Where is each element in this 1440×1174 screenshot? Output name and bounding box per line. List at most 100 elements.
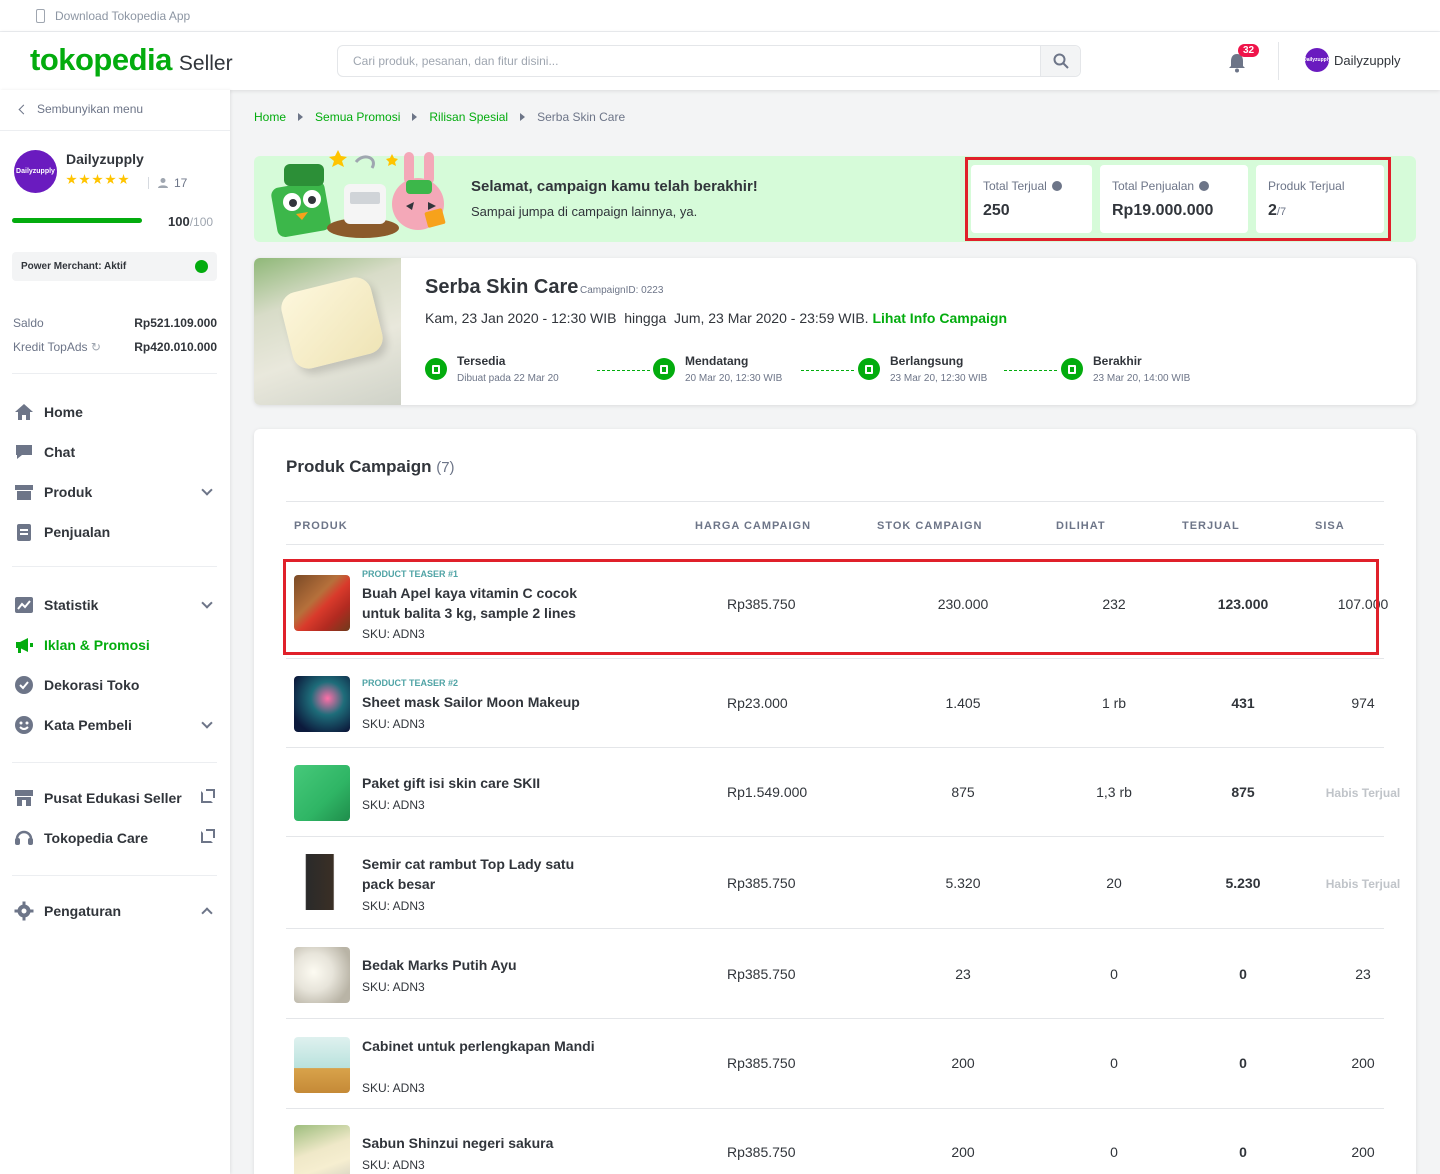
cell-terjual: 0 bbox=[1239, 1055, 1247, 1071]
smile-icon bbox=[14, 715, 34, 735]
tokopedia-seller-logo[interactable]: tokopedia Seller bbox=[30, 42, 233, 78]
search-button[interactable] bbox=[1040, 46, 1080, 76]
sidebar-item-home[interactable]: Home bbox=[14, 400, 219, 424]
timeline-step-mendatang: Mendatang 20 Mar 20, 12:30 WIB bbox=[653, 354, 782, 384]
stat-value: 2/7 bbox=[1268, 202, 1287, 219]
star-icon bbox=[66, 174, 77, 185]
product-name[interactable]: Sabun Shinzui negeri sakura bbox=[362, 1133, 602, 1153]
chevron-down-icon[interactable] bbox=[201, 597, 213, 609]
stat-value: 250 bbox=[983, 202, 1010, 219]
product-name[interactable]: Bedak Marks Putih Ayu bbox=[362, 955, 602, 975]
download-app-link[interactable]: Download Tokopedia App bbox=[55, 9, 190, 23]
cell-harga-campaign: Rp385.750 bbox=[727, 966, 796, 982]
sidebar-item-produk[interactable]: Produk bbox=[14, 480, 219, 504]
timeline-connector bbox=[1004, 370, 1057, 371]
product-name[interactable]: Sheet mask Sailor Moon Makeup bbox=[362, 692, 602, 712]
product-thumbnail[interactable] bbox=[294, 1037, 350, 1093]
user-icon bbox=[158, 178, 168, 188]
cell-harga-campaign: Rp23.000 bbox=[727, 695, 788, 711]
campaign-period-text: Kam, 23 Jan 2020 - 12:30 WIB hingga Jum,… bbox=[425, 310, 869, 326]
breadcrumb-separator-icon bbox=[520, 113, 526, 121]
sidebar-item-penjualan[interactable]: Penjualan bbox=[14, 520, 219, 544]
product-thumbnail[interactable] bbox=[294, 947, 350, 1003]
product-thumbnail[interactable] bbox=[294, 676, 350, 732]
topads-label: Kredit TopAds ↻ bbox=[13, 340, 101, 354]
topads-row[interactable]: Kredit TopAds ↻ Rp420.010.000 bbox=[13, 340, 217, 354]
mascot-illustration bbox=[271, 150, 446, 238]
cell-terjual: 5.230 bbox=[1225, 875, 1261, 891]
refresh-icon[interactable]: ↻ bbox=[91, 340, 101, 354]
sidebar-item-chat[interactable]: Chat bbox=[14, 440, 219, 464]
breadcrumb-semua-promosi[interactable]: Semua Promosi bbox=[315, 110, 400, 124]
document-icon bbox=[425, 358, 447, 380]
column-header-terjual: TERJUAL bbox=[1182, 520, 1240, 532]
column-header-dilihat: DILIHAT bbox=[1056, 520, 1106, 532]
product-thumbnail[interactable] bbox=[294, 765, 350, 821]
sidebar-item-label: Chat bbox=[44, 444, 76, 460]
column-header-sisa: SISA bbox=[1315, 520, 1345, 532]
breadcrumb-current: Serba Skin Care bbox=[537, 110, 626, 124]
sidebar-item-tokopedia-care[interactable]: Tokopedia Care bbox=[14, 826, 219, 850]
box-icon bbox=[14, 482, 34, 502]
sidebar-item-kata-pembeli[interactable]: Kata Pembeli bbox=[14, 713, 219, 737]
sidebar-item-pusat-edukasi-seller[interactable]: Pusat Edukasi Seller bbox=[14, 786, 219, 810]
campaign-info-link[interactable]: Lihat Info Campaign bbox=[872, 310, 1007, 326]
star-icon bbox=[105, 174, 116, 185]
product-name[interactable]: Cabinet untuk perlengkapan Mandi bbox=[362, 1036, 602, 1056]
stat-label: Total Terjual bbox=[983, 179, 1047, 193]
timeline-connector bbox=[801, 370, 854, 371]
download-app-bar: Download Tokopedia App bbox=[0, 0, 1440, 32]
stat-denominator: /7 bbox=[1276, 206, 1287, 218]
hide-menu-label: Sembunyikan menu bbox=[37, 102, 144, 116]
saldo-row[interactable]: Saldo Rp521.109.000 bbox=[13, 316, 217, 330]
cell-sisa: 974 bbox=[1351, 695, 1375, 711]
shop-name[interactable]: Dailyzupply bbox=[66, 151, 144, 167]
breadcrumb-rilisan-spesial[interactable]: Rilisan Spesial bbox=[429, 110, 508, 124]
campaign-title: Serba Skin Care bbox=[425, 276, 579, 298]
shop-score-max: /100 bbox=[189, 215, 214, 229]
stat-label: Produk Terjual bbox=[1268, 179, 1345, 193]
star-icon bbox=[92, 174, 103, 185]
product-teaser-label: PRODUCT TEASER #2 bbox=[362, 678, 459, 688]
breadcrumb-separator-icon bbox=[412, 113, 418, 121]
product-sku: SKU: ADN3 bbox=[362, 717, 425, 731]
headset-icon bbox=[14, 828, 34, 848]
shop-avatar[interactable]: Dailyzupply bbox=[14, 150, 57, 193]
table-divider bbox=[286, 501, 1384, 502]
shop-rating-stars bbox=[66, 174, 131, 185]
info-icon[interactable] bbox=[1199, 181, 1210, 191]
row-divider bbox=[286, 747, 1384, 748]
info-icon[interactable] bbox=[1051, 181, 1062, 191]
sidebar-item-label: Statistik bbox=[44, 597, 99, 613]
chevron-down-icon[interactable] bbox=[201, 484, 213, 496]
timeline-connector bbox=[597, 370, 650, 371]
sidebar-item-pengaturan[interactable]: Pengaturan bbox=[14, 899, 219, 923]
power-merchant-badge-icon bbox=[195, 260, 208, 273]
chevron-down-icon[interactable] bbox=[201, 717, 213, 729]
campaign-id: CampaignID: 0223 bbox=[580, 285, 664, 296]
sidebar-item-iklan-promosi[interactable]: Iklan & Promosi bbox=[14, 633, 219, 657]
chevron-up-icon[interactable] bbox=[201, 907, 213, 919]
cell-stok-campaign: 200 bbox=[951, 1144, 975, 1160]
user-menu[interactable]: Dailyzupply Dailyzupply bbox=[1303, 48, 1401, 72]
breadcrumb-home[interactable]: Home bbox=[254, 110, 286, 124]
product-thumbnail[interactable] bbox=[294, 854, 350, 910]
cell-dilihat: 1 rb bbox=[1101, 695, 1127, 711]
product-thumbnail[interactable] bbox=[294, 1125, 350, 1174]
calendar-icon bbox=[653, 358, 675, 380]
user-name: Dailyzupply bbox=[1334, 52, 1401, 68]
product-name[interactable]: Paket gift isi skin care SKII bbox=[362, 773, 602, 793]
cell-stok-campaign: 200 bbox=[951, 1055, 975, 1071]
cell-dilihat: 0 bbox=[1110, 1144, 1118, 1160]
chat-icon bbox=[14, 442, 34, 462]
sidebar-item-statistik[interactable]: Statistik bbox=[14, 593, 219, 617]
sidebar-item-dekorasi-toko[interactable]: Dekorasi Toko bbox=[14, 673, 219, 697]
product-name[interactable]: Semir cat rambut Top Lady satu pack besa… bbox=[362, 854, 602, 894]
cell-stok-campaign: 5.320 bbox=[945, 875, 981, 891]
step-date: 20 Mar 20, 12:30 WIB bbox=[685, 373, 783, 384]
hide-menu-button[interactable]: Sembunyikan menu bbox=[18, 102, 144, 116]
power-merchant-status[interactable]: Power Merchant: Aktif bbox=[12, 252, 217, 281]
sidebar-item-label: Dekorasi Toko bbox=[44, 677, 140, 693]
search-input[interactable] bbox=[338, 46, 1040, 76]
sidebar-divider bbox=[0, 130, 230, 131]
